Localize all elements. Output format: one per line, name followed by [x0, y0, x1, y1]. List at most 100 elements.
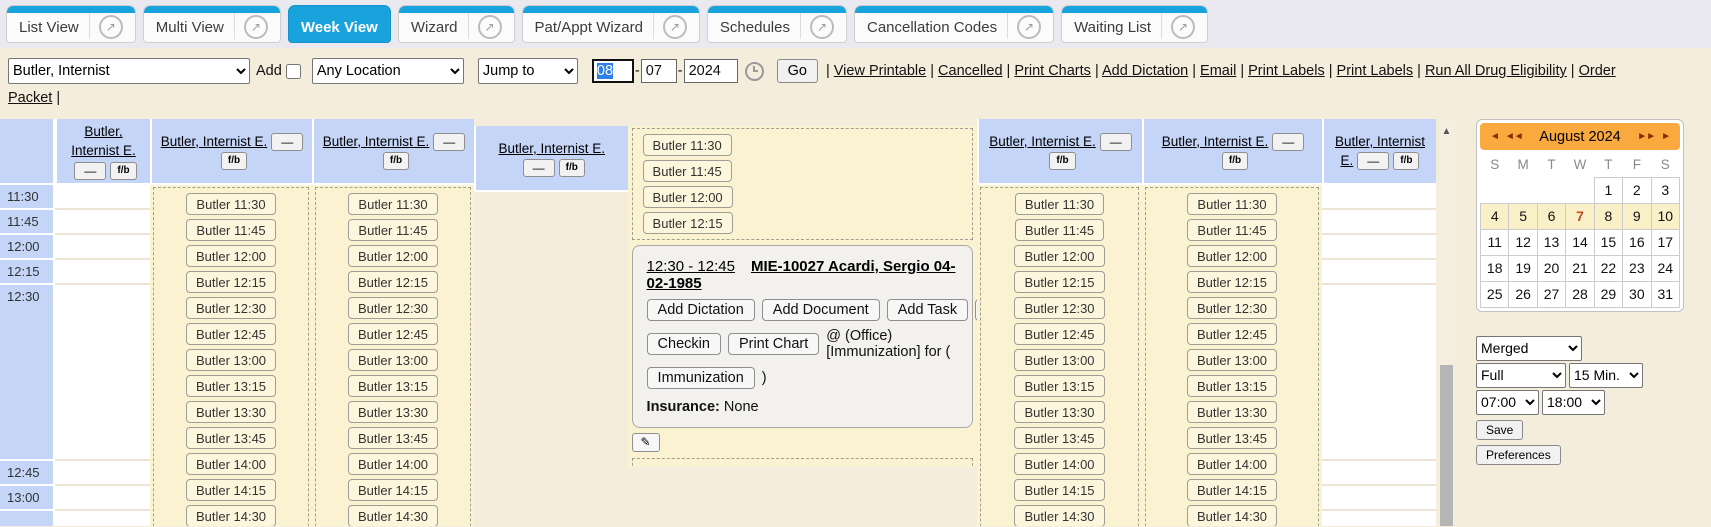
- slot-button[interactable]: Butler 14:30: [1014, 505, 1104, 526]
- schedule-cell[interactable]: [1322, 461, 1436, 486]
- schedule-cell[interactable]: [1322, 486, 1436, 511]
- slot-button[interactable]: Butler 11:45: [186, 219, 275, 241]
- calendar-day[interactable]: 3: [1651, 177, 1679, 203]
- calendar-day[interactable]: 19: [1509, 255, 1537, 281]
- collapse-column-button[interactable]: —: [433, 133, 465, 151]
- schedule-cell[interactable]: [55, 235, 150, 260]
- schedule-cell[interactable]: [55, 486, 150, 511]
- slot-button[interactable]: Butler 12:15: [643, 212, 733, 234]
- slot-button[interactable]: Butler 13:45: [1187, 427, 1277, 449]
- slot-button[interactable]: Butler 13:15: [1187, 375, 1277, 397]
- provider-select[interactable]: Butler, Internist: [8, 58, 250, 84]
- slot-button[interactable]: Butler 12:00: [643, 186, 733, 208]
- fb-toggle-button[interactable]: f/b: [383, 152, 409, 170]
- calendar-day[interactable]: 10: [1651, 203, 1679, 229]
- immunization-button[interactable]: Immunization: [647, 367, 755, 389]
- provider-link[interactable]: Butler, Internist E.: [71, 124, 136, 158]
- calendar-day[interactable]: 31: [1651, 281, 1679, 307]
- slot-button[interactable]: Butler 11:30: [643, 134, 732, 156]
- calendar-day[interactable]: 16: [1623, 229, 1651, 255]
- slot-button[interactable]: Butler 13:45: [348, 427, 438, 449]
- edit-appointment-icon[interactable]: ✎: [632, 433, 660, 452]
- fb-toggle-button[interactable]: f/b: [221, 152, 247, 170]
- slot-button[interactable]: Butler 11:30: [1015, 193, 1104, 215]
- calendar-day[interactable]: 22: [1594, 255, 1622, 281]
- fb-toggle-button[interactable]: f/b: [1222, 152, 1248, 170]
- schedule-cell[interactable]: [1322, 511, 1436, 526]
- open-in-new-window-icon[interactable]: ↗: [99, 15, 123, 39]
- slot-button[interactable]: Butler 13:30: [1187, 401, 1277, 423]
- calendar-day[interactable]: 27: [1537, 281, 1565, 307]
- link-print-charts[interactable]: Print Charts: [1014, 63, 1091, 79]
- add-document-button[interactable]: Add Document: [762, 299, 880, 321]
- add-checkbox[interactable]: [286, 64, 301, 79]
- slot-button[interactable]: Butler 14:15: [1187, 479, 1277, 501]
- appointment-time-link[interactable]: 12:30 - 12:45: [647, 258, 735, 275]
- slot-button[interactable]: Butler 14:30: [186, 505, 276, 526]
- fb-toggle-button[interactable]: f/b: [1393, 152, 1419, 170]
- slot-button[interactable]: Butler 12:30: [1014, 297, 1104, 319]
- slot-button[interactable]: Butler 12:00: [1014, 245, 1104, 267]
- slot-button[interactable]: Butler 12:45: [1014, 323, 1104, 345]
- calendar-day[interactable]: 9: [1623, 203, 1651, 229]
- go-button[interactable]: Go: [777, 59, 818, 83]
- end-time-select[interactable]: 18:00: [1542, 390, 1605, 415]
- slot-button[interactable]: Butler 11:30: [348, 193, 437, 215]
- slot-button[interactable]: Butler 13:00: [186, 349, 276, 371]
- provider-link[interactable]: Butler, Internist E.: [1162, 134, 1269, 149]
- calendar-day[interactable]: 6: [1537, 203, 1565, 229]
- calendar-day[interactable]: 24: [1651, 255, 1679, 281]
- slot-button[interactable]: Butler 12:15: [1014, 271, 1104, 293]
- tab-cancellation-codes[interactable]: Cancellation Codes↗: [854, 5, 1054, 43]
- slot-button[interactable]: Butler 13:30: [186, 401, 276, 423]
- collapse-column-button[interactable]: —: [1357, 152, 1389, 170]
- slot-button[interactable]: Butler 13:00: [348, 349, 438, 371]
- calendar-prev-month-icon[interactable]: ◄◄: [1502, 131, 1526, 142]
- interval-select[interactable]: 15 Min.: [1569, 363, 1643, 388]
- link-run-all-drug-eligibility[interactable]: Run All Drug Eligibility: [1425, 63, 1567, 79]
- slot-button[interactable]: Butler 11:45: [643, 160, 732, 182]
- date-month-input[interactable]: 08: [592, 59, 634, 83]
- slot-button[interactable]: Butler 12:15: [1187, 271, 1277, 293]
- calendar-day[interactable]: 23: [1623, 255, 1651, 281]
- calendar-day[interactable]: 8: [1594, 203, 1622, 229]
- slot-button[interactable]: Butler 12:15: [348, 271, 438, 293]
- tab-schedules[interactable]: Schedules↗: [707, 5, 847, 43]
- link-print-labels[interactable]: Print Labels: [1337, 63, 1414, 79]
- calendar-day[interactable]: 1: [1594, 177, 1622, 203]
- fb-toggle-button[interactable]: f/b: [559, 159, 585, 177]
- checkin-button[interactable]: Checkin: [647, 333, 721, 355]
- slot-button[interactable]: Butler 12:45: [186, 323, 276, 345]
- calendar-day[interactable]: 26: [1509, 281, 1537, 307]
- slot-button[interactable]: Butler 11:45: [1015, 219, 1104, 241]
- schedule-cell[interactable]: [55, 285, 150, 461]
- calendar-day[interactable]: 13: [1537, 229, 1565, 255]
- link-cancelled[interactable]: Cancelled: [938, 63, 1003, 79]
- open-in-new-window-icon[interactable]: ↗: [810, 15, 834, 39]
- slot-button[interactable]: Butler 11:45: [1187, 219, 1276, 241]
- calendar-day[interactable]: 29: [1594, 281, 1622, 307]
- tab-wizard[interactable]: Wizard↗: [398, 5, 515, 43]
- schedule-cell[interactable]: [1322, 235, 1436, 260]
- schedule-cell[interactable]: [55, 511, 150, 526]
- clock-icon[interactable]: [745, 62, 764, 81]
- open-in-new-window-icon[interactable]: ↗: [663, 15, 687, 39]
- slot-button[interactable]: Butler 14:15: [186, 479, 276, 501]
- schedule-cell[interactable]: [55, 210, 150, 235]
- calendar-day[interactable]: 5: [1509, 203, 1537, 229]
- vertical-scrollbar[interactable]: ▲: [1439, 119, 1454, 526]
- calendar-day[interactable]: 25: [1481, 281, 1509, 307]
- slot-button[interactable]: Butler 13:30: [1014, 401, 1104, 423]
- jump-to-select[interactable]: Jump to: [478, 58, 578, 84]
- collapse-column-button[interactable]: —: [1272, 133, 1304, 151]
- slot-button[interactable]: Butler 12:45: [1187, 323, 1277, 345]
- calendar-day[interactable]: 4: [1481, 203, 1509, 229]
- save-button[interactable]: Save: [1476, 420, 1523, 440]
- schedule-cell[interactable]: [1322, 185, 1436, 210]
- slot-button[interactable]: Butler 12:00: [186, 245, 276, 267]
- slot-button[interactable]: Butler 14:00: [348, 453, 438, 475]
- calendar-day[interactable]: 30: [1623, 281, 1651, 307]
- slot-button[interactable]: Butler 12:15: [186, 271, 276, 293]
- slot-button[interactable]: Butler 12:00: [348, 245, 438, 267]
- provider-link[interactable]: Butler, Internist E.: [161, 134, 268, 149]
